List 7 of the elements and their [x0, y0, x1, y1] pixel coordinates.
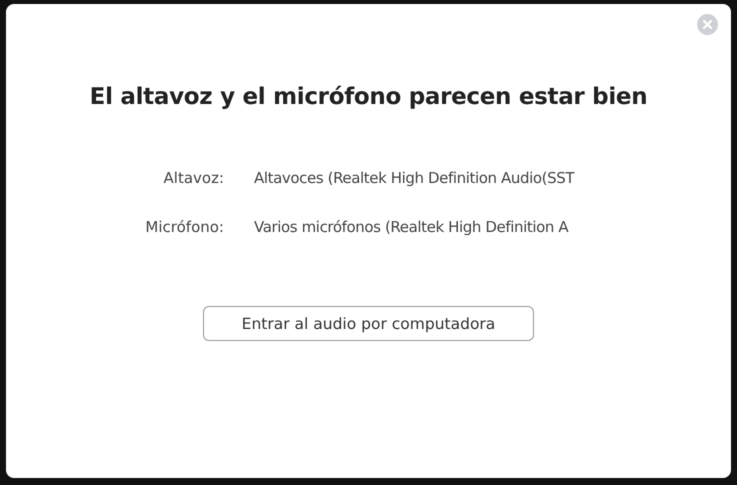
device-name: Altavoces (Realtek High Definition Audio(SST: [254, 168, 576, 189]
close-icon[interactable]: [697, 14, 718, 35]
device-label: Altavoz:: [162, 168, 224, 189]
device-label: Micrófono:: [144, 217, 224, 238]
join-audio-button[interactable]: Entrar al audio por computadora: [203, 306, 534, 341]
dialog-title: El altavoz y el micrófono parecen estar bien: [90, 84, 648, 110]
device-name: Varios micrófonos (Realtek High Definition A: [254, 217, 570, 238]
